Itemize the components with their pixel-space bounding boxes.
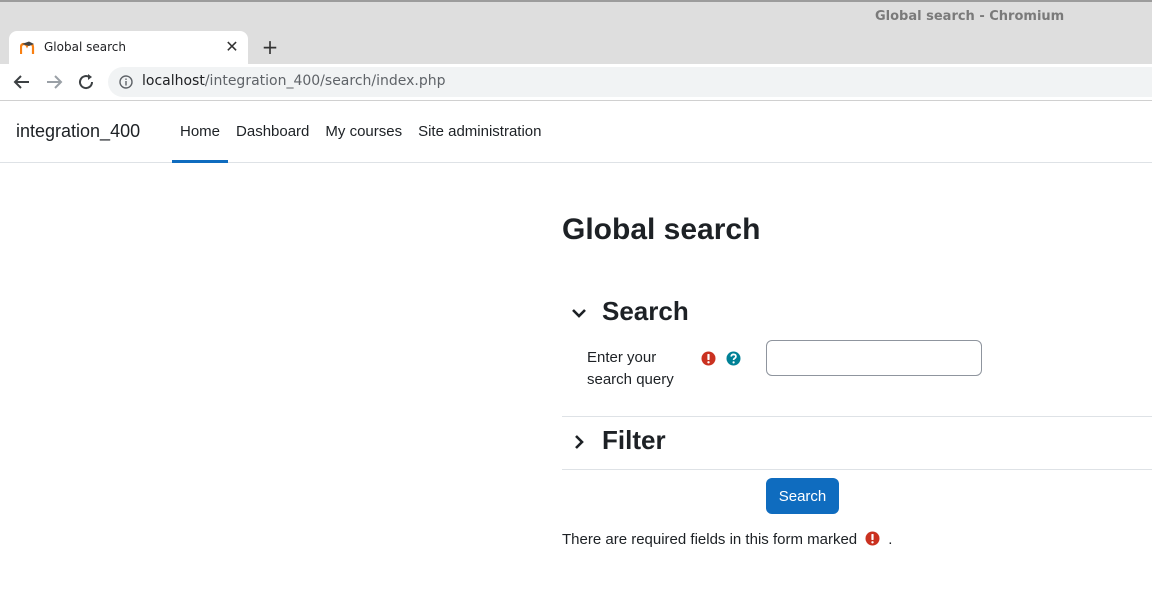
- search-section-title[interactable]: Search: [602, 296, 689, 327]
- required-fields-note: There are required fields in this form m…: [562, 531, 892, 548]
- browser-titlebar: Global search - Chromium Global search ✕…: [0, 0, 1152, 66]
- search-submit-button[interactable]: Search: [766, 478, 839, 514]
- browser-toolbar: localhost/integration_400/search/index.p…: [0, 64, 1152, 101]
- required-note-text: There are required fields in this form m…: [562, 531, 858, 548]
- search-section-header[interactable]: Search: [562, 294, 1152, 334]
- required-note-period: .: [888, 531, 893, 548]
- query-field-label: Enter your search query: [587, 349, 674, 388]
- url-host: localhost: [142, 73, 205, 89]
- new-tab-icon[interactable]: +: [259, 36, 281, 58]
- reload-icon[interactable]: [74, 70, 98, 94]
- nav-home[interactable]: Home: [172, 102, 229, 163]
- url-path: /integration_400/search/index.php: [204, 73, 446, 89]
- tab-title: Global search: [44, 40, 126, 54]
- url-text: localhost/integration_400/search/index.p…: [142, 73, 446, 89]
- close-tab-icon[interactable]: ✕: [224, 39, 240, 55]
- filter-section-title[interactable]: Filter: [602, 425, 666, 456]
- chevron-right-icon[interactable]: [570, 433, 588, 451]
- moodle-icon: [20, 41, 35, 54]
- nav-site-administration[interactable]: Site administration: [410, 102, 549, 163]
- forward-icon[interactable]: [42, 70, 66, 94]
- address-bar[interactable]: localhost/integration_400/search/index.p…: [108, 67, 1152, 97]
- back-icon[interactable]: [10, 70, 34, 94]
- page-title: Global search: [562, 213, 761, 246]
- search-query-input[interactable]: [766, 340, 982, 376]
- site-brand[interactable]: integration_400: [16, 121, 140, 142]
- help-icon[interactable]: [726, 351, 741, 366]
- browser-tab[interactable]: Global search ✕: [9, 31, 248, 66]
- required-icon: [865, 531, 880, 546]
- nav-my-courses[interactable]: My courses: [317, 102, 410, 163]
- primary-navigation: Home Dashboard My courses Site administr…: [172, 102, 550, 163]
- window-title: Global search - Chromium: [875, 9, 1065, 24]
- chevron-down-icon[interactable]: [570, 304, 588, 322]
- section-divider: [562, 469, 1152, 470]
- site-navbar: integration_400 Home Dashboard My course…: [0, 102, 1152, 163]
- nav-dashboard[interactable]: Dashboard: [228, 102, 317, 163]
- info-icon[interactable]: [119, 75, 133, 89]
- section-divider: [562, 416, 1152, 417]
- filter-section-header[interactable]: Filter: [562, 423, 1152, 463]
- required-icon: [701, 351, 716, 366]
